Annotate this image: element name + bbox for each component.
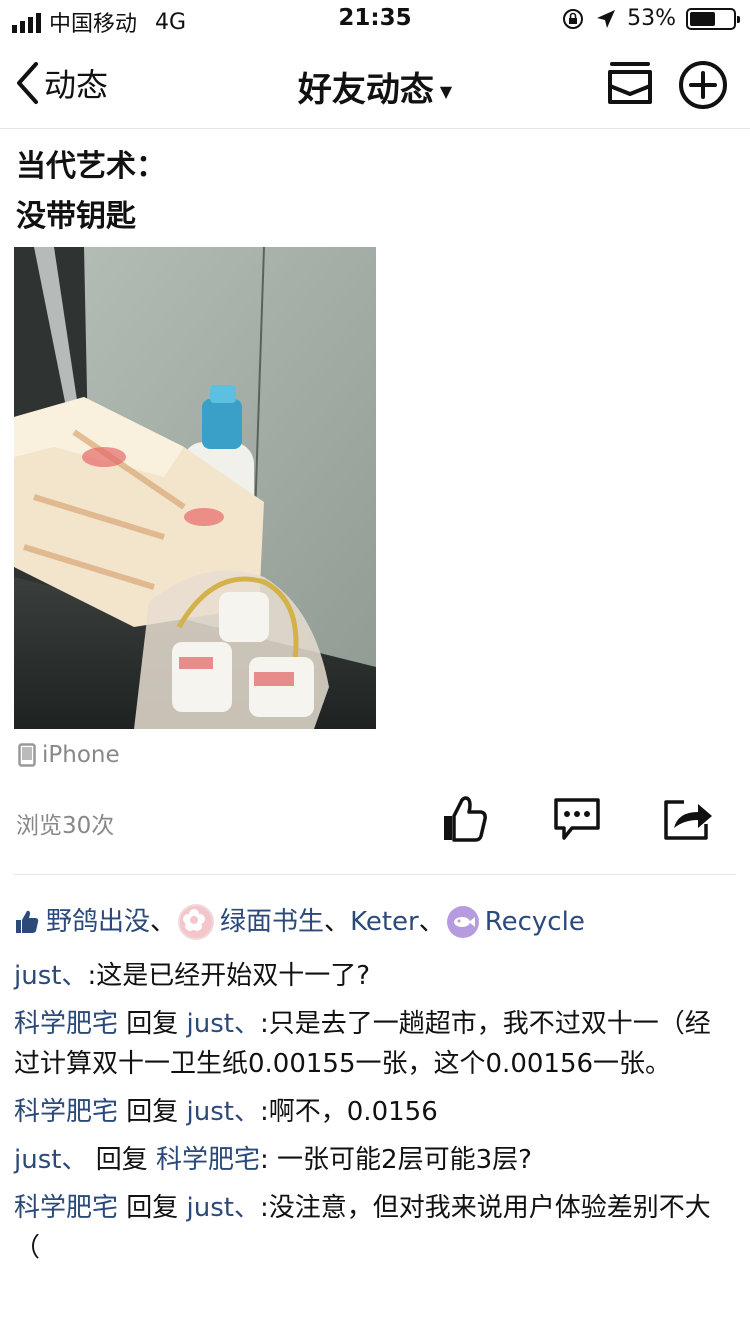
mail-icon [608, 62, 652, 104]
post-text: 当代艺术： 没带钥匙 [16, 142, 166, 242]
nav-title-text: 好友动态 [297, 70, 434, 110]
comment-reply-word: 回复 [118, 1009, 187, 1039]
status-bar: 中国移动 4G 21:35 53% [0, 0, 750, 40]
like-user-2[interactable]: 绿面书生 [220, 900, 324, 944]
divider [14, 874, 736, 875]
status-right: 53% [561, 6, 740, 31]
like-user-1[interactable]: 野鸽出没 [46, 900, 150, 944]
like-separator: 、 [150, 907, 177, 937]
comment-item[interactable]: just、 回复 科学肥宅: 一张可能2层可能3层? [14, 1140, 736, 1180]
comment-author[interactable]: 科学肥宅 [14, 1097, 118, 1127]
comment-item[interactable]: 科学肥宅 回复 just、:只是去了一趟超市，我不过双十一（经过计算双十一卫生纸… [14, 1004, 736, 1084]
comment-reply-word: 回复 [87, 1145, 156, 1175]
like-user-3[interactable]: Keter [350, 900, 419, 944]
comment-colon: : [87, 961, 97, 991]
comment-author[interactable]: just、 [14, 961, 87, 991]
post-line-2: 没带钥匙 [16, 199, 136, 234]
comments-list: just、:这是已经开始双十一了? 科学肥宅 回复 just、:只是去了一趟超市… [14, 956, 736, 1276]
location-arrow-icon [597, 9, 616, 28]
comment-text: 啊不，0.0156 [268, 1097, 438, 1127]
back-button[interactable]: 动态 [14, 60, 108, 106]
post-photo[interactable] [14, 247, 376, 729]
share-icon [664, 800, 712, 840]
comment-item[interactable]: just、:这是已经开始双十一了? [14, 956, 736, 996]
battery-icon [686, 7, 740, 30]
like-user-4[interactable]: Recycle [485, 900, 585, 944]
comment-button[interactable] [552, 796, 602, 846]
comment-item[interactable]: 科学肥宅 回复 just、:没注意，但对我来说用户体验差别不大（ [14, 1188, 736, 1268]
battery-percent: 53% [627, 6, 676, 31]
comment-colon: : [260, 1097, 269, 1127]
comment-reply-target[interactable]: just、 [187, 1193, 260, 1223]
fish-icon [453, 917, 475, 927]
comment-reply-target[interactable]: just、 [187, 1009, 260, 1039]
avatar [446, 906, 479, 938]
comment-reply-target[interactable]: just、 [187, 1097, 260, 1127]
back-label: 动态 [44, 66, 109, 104]
comment-text: 一张可能2层可能3层? [277, 1145, 532, 1175]
comment-colon: : [260, 1009, 269, 1039]
dropdown-caret-icon: ▼ [439, 82, 453, 101]
add-circle-icon [679, 61, 727, 109]
comment-reply-word: 回复 [118, 1097, 187, 1127]
like-separator: 、 [324, 907, 351, 937]
post-line-1: 当代艺术： [16, 149, 166, 184]
comment-icon [554, 798, 600, 840]
comment-reply-target[interactable]: 科学肥宅 [156, 1145, 260, 1175]
add-post-button[interactable] [678, 60, 728, 114]
lock-rotation-icon [563, 8, 584, 29]
like-button[interactable] [440, 794, 488, 848]
like-icon [444, 796, 487, 842]
comment-colon: : [260, 1145, 278, 1175]
like-separator: 、 [418, 907, 445, 937]
share-button[interactable] [662, 796, 714, 846]
comment-reply-word: 回复 [118, 1193, 187, 1223]
flower-icon [183, 909, 206, 931]
comment-colon: : [260, 1193, 269, 1223]
comment-author[interactable]: 科学肥宅 [14, 1009, 118, 1039]
thumb-up-icon [16, 910, 39, 933]
nav-bar: 动态 好友动态 ▼ [0, 40, 750, 129]
mail-button[interactable] [606, 60, 654, 110]
device-label: iPhone [42, 742, 120, 768]
comment-item[interactable]: 科学肥宅 回复 just、:啊不，0.0156 [14, 1092, 736, 1132]
phone-icon [18, 743, 36, 767]
post-photo-image [14, 247, 376, 729]
comment-author[interactable]: just、 [14, 1145, 87, 1175]
comment-text: 这是已经开始双十一了? [96, 961, 371, 991]
back-chevron-icon [17, 62, 38, 104]
avatar [178, 904, 215, 940]
comment-author[interactable]: 科学肥宅 [14, 1193, 118, 1223]
device-tag: iPhone [18, 742, 120, 768]
view-count: 浏览30次 [16, 813, 115, 839]
likes-list: 野鸽出没、 绿面书生、 Keter、 Recycle [14, 900, 736, 944]
